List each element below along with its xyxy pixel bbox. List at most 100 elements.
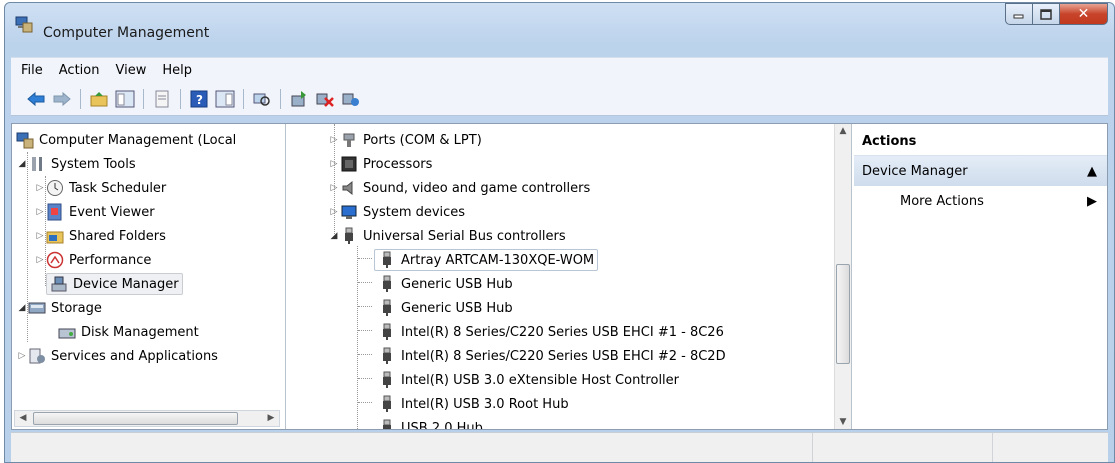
tree-item-services-applications[interactable]: ▷ Services and Applications [16,344,218,368]
tree-item-usb-device[interactable]: Intel(R) USB 3.0 Root Hub [378,392,569,416]
tree-item-usb-device[interactable]: Generic USB Hub [378,272,513,296]
tree-item-usb-device[interactable]: Artray ARTCAM-130XQE-WOM [374,248,599,272]
tree-item-performance[interactable]: ▷ Performance [34,248,151,272]
update-driver-button[interactable] [288,88,310,110]
menu-view[interactable]: View [107,63,154,78]
collapsed-arrow-icon[interactable]: ▷ [328,159,340,169]
collapsed-arrow-icon[interactable]: ▷ [34,183,46,193]
collapsed-arrow-icon[interactable]: ▷ [34,207,46,217]
tree-item-root[interactable]: Computer Management (Local [16,128,236,152]
tree-label: Computer Management (Local [39,132,237,148]
update-driver-icon [291,90,306,106]
usb-plug-icon [378,395,396,413]
status-cell [11,433,813,462]
menu-file[interactable]: File [13,63,51,78]
device-manager-icon [50,275,68,293]
expanded-arrow-icon[interactable]: ◢ [328,231,340,241]
menu-bar: File Action View Help [11,57,1108,82]
tree-item-usb-device[interactable]: USB 2.0 Hub [378,416,483,429]
computer-management-icon [16,131,34,149]
back-button[interactable] [25,88,47,110]
speaker-icon [340,179,358,197]
uninstall-icon [316,93,334,107]
services-icon [28,347,46,365]
collapsed-arrow-icon[interactable]: ▷ [328,135,340,145]
tree-item-system-devices[interactable]: ▷ System devices [328,200,466,224]
tree-item-shared-folders[interactable]: ▷ Shared Folders [34,224,166,248]
actions-section-device-manager[interactable]: Device Manager ▲ [854,156,1107,186]
collapse-up-icon[interactable]: ▲ [1087,164,1097,179]
tree-item-event-viewer[interactable]: ▷ Event Viewer [34,200,155,224]
usb-plug-icon [340,227,358,245]
usb-plug-icon [378,275,396,293]
show-hide-console-tree-button[interactable] [114,88,136,110]
action-pane-icon [215,90,235,107]
actions-pane: Actions Device Manager ▲ More Actions ▶ [854,124,1107,429]
tree-item-sound[interactable]: ▷ Sound, video and game controllers [328,176,591,200]
tree-item-usb-device[interactable]: Intel(R) 8 Series/C220 Series USB EHCI #… [378,320,724,344]
up-folder-button[interactable] [88,88,110,110]
tree-item-usb-controllers[interactable]: ◢ Universal Serial Bus controllers [328,224,566,248]
tree-item-task-scheduler[interactable]: ▷ Task Scheduler [34,176,166,200]
scroll-up-icon[interactable]: ▲ [835,126,851,136]
close-button[interactable]: ✕ [1060,3,1108,25]
event-viewer-icon [46,203,64,221]
scroll-right-icon[interactable]: ▶ [263,411,279,426]
title-bar[interactable]: Computer Management ✕ [5,3,1114,49]
maximize-button[interactable] [1033,3,1060,25]
expanded-arrow-icon[interactable]: ◢ [16,159,28,169]
performance-icon [46,251,64,269]
minimize-button[interactable] [1005,3,1033,25]
collapsed-arrow-icon[interactable]: ▷ [328,207,340,217]
scroll-thumb[interactable] [836,264,850,364]
properties-button[interactable] [151,88,173,110]
menu-action[interactable]: Action [51,63,108,78]
menu-help[interactable]: Help [154,63,200,78]
close-icon: ✕ [1077,6,1090,22]
computer-management-window: Computer Management ✕ File Action View H… [4,2,1115,463]
tree-item-disk-management[interactable]: Disk Management [58,320,199,344]
enable-device-button[interactable] [340,88,362,110]
status-bar [11,432,1108,462]
more-actions-item[interactable]: More Actions ▶ [854,186,1107,216]
selected-highlight: Device Manager [46,273,183,295]
computer-management-icon [15,15,33,33]
tree-item-usb-device[interactable]: Intel(R) USB 3.0 eXtensible Host Control… [378,368,679,392]
scan-hardware-button[interactable] [251,88,273,110]
tree-item-usb-device[interactable]: Intel(R) 8 Series/C220 Series USB EHCI #… [378,344,726,368]
collapsed-arrow-icon[interactable]: ▷ [16,351,28,361]
properties-icon [155,90,169,107]
storage-icon [28,299,46,317]
system-device-icon [340,203,358,221]
shared-folder-icon [46,227,64,245]
tree-item-usb-device[interactable]: Generic USB Hub [378,296,513,320]
submenu-arrow-icon: ▶ [1087,193,1097,209]
status-cell [813,433,993,462]
tree-item-system-tools[interactable]: ◢ System Tools [16,152,136,176]
collapsed-arrow-icon[interactable]: ▷ [34,231,46,241]
collapsed-arrow-icon[interactable]: ▷ [328,183,340,193]
tree-item-processors[interactable]: ▷ Processors [328,152,432,176]
usb-plug-icon [378,419,396,429]
vertical-scrollbar[interactable]: ▲ ▼ [834,124,851,429]
uninstall-button[interactable] [314,88,336,110]
tree-item-device-manager[interactable]: Device Manager [46,272,183,296]
scroll-left-icon[interactable]: ◀ [15,411,31,426]
tree-item-storage[interactable]: ◢ Storage [16,296,102,320]
forward-button[interactable] [51,88,73,110]
expanded-arrow-icon[interactable]: ◢ [16,303,28,313]
help-button[interactable]: ? [188,88,210,110]
help-icon: ? [190,90,208,107]
processor-icon [340,155,358,173]
collapsed-arrow-icon[interactable]: ▷ [34,255,46,265]
scroll-thumb[interactable] [33,412,238,425]
horizontal-scrollbar[interactable]: ◀ ▶ [14,410,280,427]
usb-plug-icon [378,347,396,365]
content-area: Computer Management (Local ◢ System Tool… [11,123,1108,430]
disk-management-icon [58,323,76,341]
status-cell [993,433,1108,462]
scroll-down-icon[interactable]: ▼ [835,417,851,427]
tree-item-ports[interactable]: ▷ Ports (COM & LPT) [328,128,482,152]
usb-plug-icon [378,251,396,269]
show-hide-action-pane-button[interactable] [214,88,236,110]
